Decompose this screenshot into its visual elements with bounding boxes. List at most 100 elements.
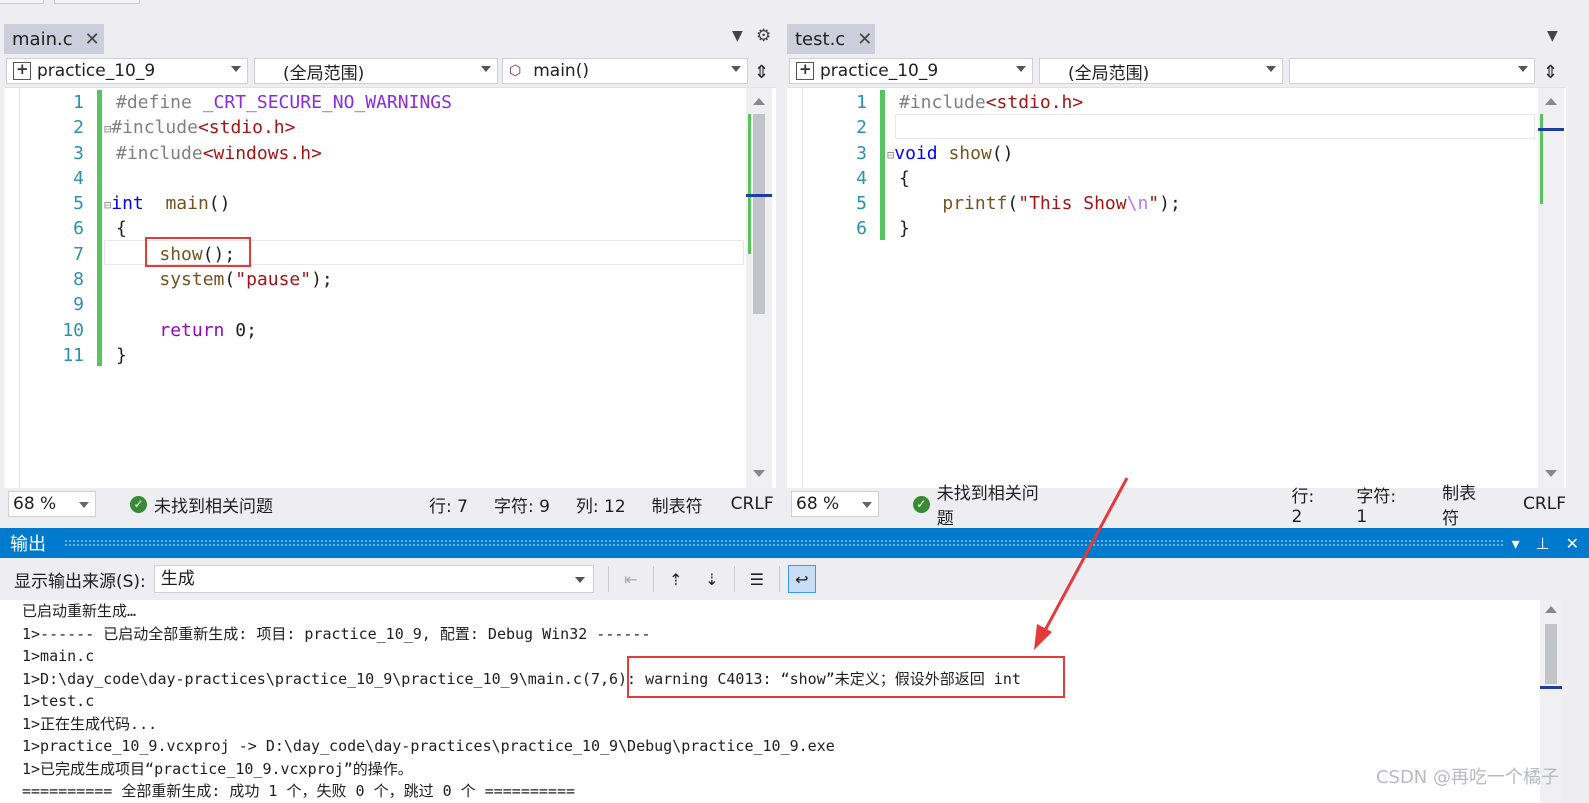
scroll-up-icon[interactable] xyxy=(1545,606,1557,613)
pin-icon[interactable]: ⊥ xyxy=(1536,534,1550,553)
scroll-up-icon[interactable] xyxy=(1545,98,1557,105)
line-number: 10 xyxy=(62,319,84,341)
code-line[interactable]: 10 return 0; xyxy=(4,318,744,343)
code-area-main[interactable]: 1 #define _CRT_SECURE_NO_WARNINGS 2 ⊟#inclu… xyxy=(4,88,776,488)
close-icon[interactable]: ✕ xyxy=(85,29,100,54)
project-name: practice_10_9 xyxy=(37,61,156,81)
project-icon xyxy=(13,60,31,80)
tab-main-c[interactable]: main.c ✕ xyxy=(4,24,104,54)
scope-name: (全局范围) xyxy=(1068,63,1150,84)
code-area-test[interactable]: 1 #include<stdio.h> 2 3 ⊟void show() 4{5 prin… xyxy=(787,88,1566,488)
toolbar-button-stub[interactable] xyxy=(54,0,140,4)
chevron-down-icon xyxy=(79,502,89,508)
output-source-dropdown[interactable]: 生成 xyxy=(153,565,594,593)
close-icon[interactable]: ✕ xyxy=(857,29,872,54)
line-indicator: 行: 7 xyxy=(429,496,468,517)
top-strip xyxy=(0,0,1589,22)
tab-test-c[interactable]: test.c ✕ xyxy=(787,24,875,54)
line-text: } xyxy=(116,343,127,368)
code-token: } xyxy=(899,218,910,240)
code-line[interactable]: 8 system("pause"); xyxy=(4,267,744,292)
code-token: int xyxy=(111,193,144,215)
issues-status[interactable]: 未找到相关问题 xyxy=(154,492,273,517)
right-editor-pane: test.c ✕ ▼ practice_10_9 (全局范围) ⇕ 1 #incl… xyxy=(787,22,1566,529)
code-token: system xyxy=(159,269,225,291)
output-text[interactable]: 已启动重新生成… 1>------ 已启动全部重新生成: 项目: practice… xyxy=(0,600,1560,803)
split-window-icon[interactable]: ⇕ xyxy=(754,62,769,83)
split-window-icon[interactable]: ⇕ xyxy=(1543,62,1558,83)
scroll-down-icon[interactable] xyxy=(1545,470,1557,477)
word-wrap-icon[interactable]: ↩ xyxy=(787,565,816,593)
code-line[interactable]: 6{ xyxy=(4,216,744,241)
code-line[interactable]: 4 xyxy=(4,166,744,191)
line-number: 3 xyxy=(73,142,84,164)
clear-all-icon[interactable]: ☰ xyxy=(743,565,771,593)
code-line[interactable]: 7 show(); xyxy=(4,242,744,267)
code-token: <stdio.h> xyxy=(197,117,296,139)
code-token: ( xyxy=(1007,193,1019,215)
scroll-down-icon[interactable] xyxy=(753,470,765,477)
project-dropdown[interactable]: practice_10_9 xyxy=(789,58,1033,84)
toolbar-button-stub[interactable] xyxy=(0,0,44,4)
source-label: 显示输出来源(S): xyxy=(14,571,146,592)
tab-dropdown-icon[interactable]: ▼ xyxy=(1547,28,1558,44)
member-dropdown[interactable] xyxy=(1289,58,1535,84)
code-token: ); xyxy=(1159,193,1181,215)
tab-mode-indicator[interactable]: 制表符 xyxy=(652,492,703,517)
member-dropdown[interactable]: ⬡ main() xyxy=(502,58,748,84)
tab-dropdown-icon[interactable]: ▼ xyxy=(732,28,743,44)
line-ending-indicator[interactable]: CRLF xyxy=(731,494,774,514)
code-token: { xyxy=(116,218,127,240)
vertical-scrollbar[interactable] xyxy=(1538,88,1564,488)
function-icon: ⬡ xyxy=(509,63,522,79)
scroll-up-icon[interactable] xyxy=(753,98,765,105)
navigation-bar: practice_10_9 (全局范围) ⇕ xyxy=(787,54,1566,88)
code-line[interactable]: 11} xyxy=(4,343,744,368)
source-value: 生成 xyxy=(160,569,195,589)
code-line[interactable]: 1 #include<stdio.h> xyxy=(787,90,1537,115)
code-line[interactable]: 4{ xyxy=(787,166,1537,191)
output-line: 1>practice_10_9.vcxproj -> D:\day_code\d… xyxy=(22,737,835,755)
code-token: main xyxy=(165,193,209,215)
highlight-box-warning xyxy=(627,656,1065,698)
zoom-value: 68 % xyxy=(13,494,57,514)
scope-dropdown[interactable]: (全局范围) xyxy=(254,58,498,84)
previous-message-icon[interactable]: ⇡ xyxy=(662,565,690,593)
vertical-scrollbar[interactable] xyxy=(746,88,772,488)
zoom-dropdown[interactable]: 68 % xyxy=(791,491,879,517)
code-line[interactable]: 2 ⊟#include<stdio.h> xyxy=(4,115,744,140)
close-icon[interactable]: ✕ xyxy=(1566,534,1579,553)
line-text: { xyxy=(116,216,127,241)
next-message-icon[interactable]: ⇣ xyxy=(698,565,726,593)
tab-mode-indicator[interactable]: 制表符 xyxy=(1442,479,1493,529)
check-icon: ✓ xyxy=(130,495,147,513)
project-icon xyxy=(796,60,814,80)
project-name: practice_10_9 xyxy=(820,61,939,81)
code-line[interactable]: 1 #define _CRT_SECURE_NO_WARNINGS xyxy=(4,90,744,115)
code-line[interactable]: 3 #include<windows.h> xyxy=(4,141,744,166)
scope-dropdown[interactable]: (全局范围) xyxy=(1039,58,1283,84)
scroll-thumb[interactable] xyxy=(1545,624,1557,684)
gear-icon[interactable]: ⚙ xyxy=(756,26,771,46)
code-line[interactable]: 5 printf("This Show\n"); xyxy=(787,191,1537,216)
chevron-down-icon[interactable]: ▾ xyxy=(1512,534,1520,553)
line-number: 3 xyxy=(856,142,867,164)
code-line[interactable]: 2 xyxy=(787,115,1537,140)
output-line: 1>------ 已启动全部重新生成: 项目: practice_10_9, 配… xyxy=(22,624,651,643)
project-dropdown[interactable]: practice_10_9 xyxy=(6,58,248,84)
code-line[interactable]: 5 ⊟int main() xyxy=(4,191,744,216)
code-line[interactable]: 9 xyxy=(4,292,744,317)
zoom-dropdown[interactable]: 68 % xyxy=(8,491,96,517)
scroll-thumb[interactable] xyxy=(753,114,765,314)
line-text: #define _CRT_SECURE_NO_WARNINGS xyxy=(116,90,452,115)
char-indicator: 字符: 9 xyxy=(493,496,550,517)
code-line[interactable]: 6} xyxy=(787,216,1537,241)
code-token: () xyxy=(208,193,231,215)
line-text: #include<windows.h> xyxy=(116,141,322,166)
code-line[interactable]: 3 ⊟void show() xyxy=(787,141,1537,166)
find-message-in-code-icon[interactable]: ⇤ xyxy=(617,565,645,593)
line-ending-indicator[interactable]: CRLF xyxy=(1523,494,1566,514)
annotation-arrow xyxy=(1034,477,1129,650)
